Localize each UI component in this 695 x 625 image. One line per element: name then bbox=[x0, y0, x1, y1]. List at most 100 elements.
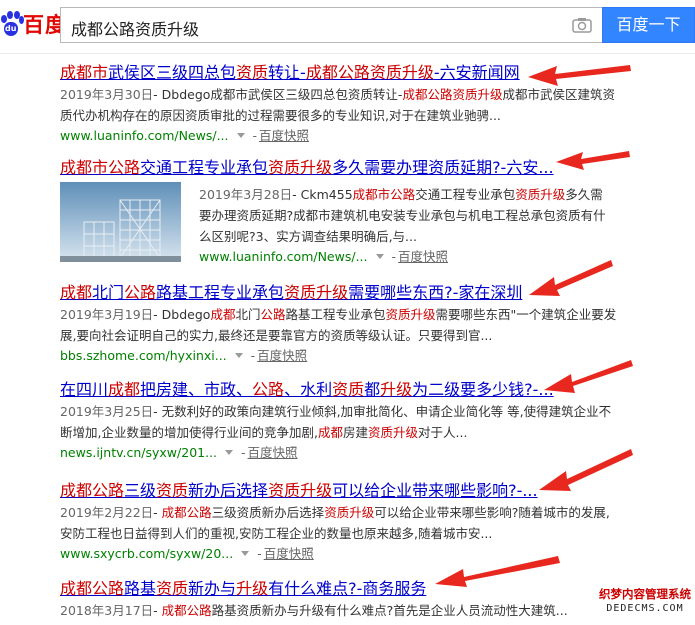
result-abstract: 2019年3月28日- Ckm455成都市公路交通工程专业承包资质升级多久需要办… bbox=[199, 184, 611, 247]
keyword-highlight: 成都公路资质升级 bbox=[305, 63, 434, 82]
text-segment: 多久需要办理资质延期?-六安... bbox=[332, 158, 554, 177]
keyword-highlight: 成都 bbox=[317, 425, 343, 440]
text-segment: 在四川 bbox=[60, 380, 109, 399]
search-header: 百度 成都公路资质升级 百度一下 bbox=[0, 0, 695, 54]
snapshot-link[interactable]: 百度快照 bbox=[257, 348, 307, 363]
keyword-highlight: 成都市公路 bbox=[352, 187, 416, 202]
text-segment: - bbox=[153, 603, 162, 618]
text-segment: 交通工程专业承包 bbox=[415, 187, 516, 202]
camera-icon[interactable] bbox=[572, 17, 592, 33]
result-body: 2019年3月28日- Ckm455成都市公路交通工程专业承包资质升级多久需要办… bbox=[199, 179, 611, 267]
keyword-highlight: 资质 bbox=[236, 63, 269, 82]
result-title[interactable]: 在四川成都把房建、市政、公路、水利资质都升级为二级要多少钱?-... bbox=[60, 379, 620, 401]
snapshot-link[interactable]: 百度快照 bbox=[248, 445, 298, 460]
result-url[interactable]: www.luaninfo.com/News/... bbox=[60, 128, 229, 143]
text-segment: -六安新闻网 bbox=[433, 63, 520, 82]
keyword-highlight: 资质升级 bbox=[268, 158, 333, 177]
red-arrow-annotation bbox=[556, 151, 630, 170]
result-url[interactable]: news.ijntv.cn/syxw/201... bbox=[60, 445, 217, 460]
watermark: 织梦内容管理系统 DEDECMS.COM bbox=[595, 586, 695, 622]
result-date: 2019年3月30日 bbox=[60, 87, 154, 102]
keyword-highlight: 成都公路 bbox=[60, 481, 125, 500]
keyword-highlight: 资质升级 bbox=[284, 283, 349, 302]
red-arrow-annotation bbox=[529, 260, 613, 296]
red-arrow-annotation bbox=[528, 65, 631, 86]
text-segment: 北门 bbox=[235, 307, 261, 322]
baidu-logo[interactable]: 百度 bbox=[0, 6, 67, 42]
keyword-highlight: 成都 bbox=[60, 283, 93, 302]
text-segment: 三级 bbox=[124, 481, 157, 500]
result-item: 成都市公路交通工程专业承包资质升级多久需要办理资质延期?-六安... 2019年… bbox=[60, 157, 620, 272]
watermark-title: 织梦内容管理系统 bbox=[599, 587, 691, 601]
keyword-highlight: 成都公路 bbox=[161, 603, 212, 618]
text-segment: - bbox=[153, 505, 162, 520]
dropdown-caret-icon[interactable] bbox=[375, 254, 384, 259]
text-segment: 路基 bbox=[124, 579, 157, 598]
result-date: 2019年3月25日 bbox=[60, 404, 154, 419]
text-segment: 交通工程专业承包 bbox=[140, 158, 269, 177]
keyword-highlight: 成都市 bbox=[60, 63, 109, 82]
text-segment: 房建 bbox=[342, 425, 368, 440]
text-segment: 转让- bbox=[268, 63, 306, 82]
result-meta: bbs.szhome.com/hyxinxi... - 百度快照 bbox=[60, 348, 308, 363]
text-segment: 路基资质新办与升级有什么难点?首先是企业人员流动性大建筑... bbox=[211, 603, 568, 618]
dropdown-caret-icon[interactable] bbox=[225, 450, 234, 455]
result-date: 2019年3月19日 bbox=[60, 307, 154, 322]
text-segment: 、水利 bbox=[284, 380, 333, 399]
keyword-highlight: 成都公路资质升级 bbox=[402, 87, 503, 102]
result-thumbnail[interactable] bbox=[60, 182, 181, 262]
result-abstract: 2019年2月22日- 成都公路三级资质新办后选择资质升级可以给企业带来哪些影响… bbox=[60, 502, 620, 544]
search-button[interactable]: 百度一下 bbox=[602, 7, 695, 43]
text-segment: 对于人... bbox=[418, 425, 468, 440]
keyword-highlight: 成都公路 bbox=[60, 579, 125, 598]
result-abstract: 2019年3月30日- Dbdego成都市武侯区三级四总包资质转让-成都公路资质… bbox=[60, 84, 620, 126]
keyword-highlight: 资质升级 bbox=[268, 481, 333, 500]
dropdown-caret-icon[interactable] bbox=[236, 133, 245, 138]
text-segment: 路基工程专业承包 bbox=[156, 283, 285, 302]
keyword-highlight: 资质升级 bbox=[324, 505, 375, 520]
result-url[interactable]: www.luaninfo.com/News/... bbox=[199, 249, 368, 264]
text-segment: 把房建、市政、 bbox=[140, 380, 253, 399]
result-abstract: 2018年3月17日- 成都公路路基资质新办与升级有什么难点?首先是企业人员流动… bbox=[60, 600, 580, 621]
snapshot-link[interactable]: 百度快照 bbox=[264, 546, 314, 561]
keyword-highlight: 公路 bbox=[252, 380, 285, 399]
paw-icon bbox=[0, 11, 24, 37]
search-input[interactable]: 成都公路资质升级 bbox=[60, 7, 602, 43]
red-arrow-annotation bbox=[539, 449, 633, 491]
result-abstract: 2019年3月19日- Dbdego成都北门公路路基工程专业承包资质升级需要哪些… bbox=[60, 304, 620, 346]
keyword-highlight: 公路 bbox=[108, 158, 141, 177]
text-segment: 可以给企业带来哪些影响?-... bbox=[332, 481, 538, 500]
abstract-text: - 成都公路路基资质新办与升级有什么难点?首先是企业人员流动性大建筑... bbox=[153, 603, 568, 618]
text-segment: 三级资质新办后选择 bbox=[211, 505, 325, 520]
text-segment: - Dbdego成都市武侯区三级四总包资质转让- bbox=[153, 87, 403, 102]
snapshot-link[interactable]: 百度快照 bbox=[259, 128, 309, 143]
keyword-highlight: 资质 bbox=[156, 481, 189, 500]
keyword-highlight: 资质升级 bbox=[515, 187, 566, 202]
text-segment: 为二级要多少钱?-... bbox=[412, 380, 554, 399]
keyword-highlight: 成都市 bbox=[60, 158, 109, 177]
dropdown-caret-icon[interactable] bbox=[241, 551, 250, 556]
keyword-highlight: 成都公路 bbox=[161, 505, 212, 520]
text-segment: 新办后选择 bbox=[188, 481, 269, 500]
text-segment: 北门 bbox=[92, 283, 125, 302]
red-arrow-annotation bbox=[544, 360, 633, 393]
text-segment: 武侯区三级四总包 bbox=[108, 63, 237, 82]
keyword-highlight: 升级 bbox=[380, 380, 413, 399]
keyword-highlight: 成都 bbox=[210, 307, 236, 322]
result-url[interactable]: bbs.szhome.com/hyxinxi... bbox=[60, 348, 227, 363]
result-url[interactable]: www.sxycrb.com/syxw/20... bbox=[60, 546, 233, 561]
text-segment: 新办与 bbox=[188, 579, 237, 598]
red-arrow-annotation bbox=[435, 556, 560, 587]
dropdown-caret-icon[interactable] bbox=[234, 353, 243, 358]
search-query: 成都公路资质升级 bbox=[71, 20, 200, 39]
result-abstract: 2019年3月25日- 无数利好的政策向建筑行业倾斜,加审批简化、申请企业简化等… bbox=[60, 401, 620, 443]
text-segment: - Dbdego bbox=[153, 307, 211, 322]
text-segment: 都 bbox=[364, 380, 381, 399]
result-title[interactable]: 成都市公路交通工程专业承包资质升级多久需要办理资质延期?-六安... bbox=[60, 157, 620, 179]
keyword-highlight: 资质升级 bbox=[385, 307, 436, 322]
keyword-highlight: 资质升级 bbox=[367, 425, 418, 440]
text-segment: 需要哪些东西?-家在深圳 bbox=[348, 283, 523, 302]
result-date: 2018年3月17日 bbox=[60, 603, 154, 618]
snapshot-link[interactable]: 百度快照 bbox=[398, 249, 448, 264]
result-date: 2019年3月28日 bbox=[199, 187, 293, 202]
